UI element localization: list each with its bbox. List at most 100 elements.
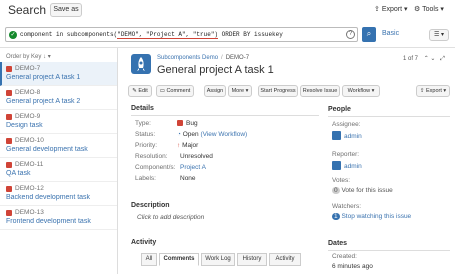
export-icon: ⇪	[419, 88, 425, 94]
assignee-value[interactable]: admin	[332, 131, 362, 140]
created-value: 6 minutes ago	[332, 263, 373, 270]
start-progress-button[interactable]: Start Progress	[258, 85, 298, 97]
list-item[interactable]: DEMO-8 General project A task 2	[0, 86, 117, 110]
issue-detail: Subcomponents Demo / DEMO-7 General projec…	[125, 48, 455, 274]
chevron-down-icon: ▾	[440, 6, 444, 13]
layout-switcher-button[interactable]: ☰ ▾	[429, 29, 449, 41]
pencil-icon: ✎	[132, 88, 137, 94]
bug-icon	[6, 185, 12, 192]
reporter-label: Reporter:	[332, 151, 360, 158]
chevron-up-icon[interactable]: ⌃	[424, 56, 429, 62]
bug-icon	[6, 89, 12, 96]
search-row: ✓ component in subcomponents("DEMO", "Pr…	[0, 25, 455, 45]
expand-icon[interactable]: ⤢	[440, 56, 445, 62]
bug-icon	[6, 113, 12, 120]
tab-all[interactable]: All	[141, 253, 157, 266]
order-by-label: Order by Key	[6, 54, 42, 60]
list-item[interactable]: DEMO-12 Backend development task	[0, 182, 117, 206]
ops-bar: ✎ Edit ▭ Comment Assign More ▾ Start Pro…	[128, 85, 450, 97]
tools-menu[interactable]: ⚙ Tools ▾	[414, 5, 444, 13]
tab-activity[interactable]: Activity	[269, 253, 301, 266]
bug-icon	[177, 120, 183, 126]
description-placeholder[interactable]: Click to add description	[137, 214, 204, 221]
components-label: Component/s:	[135, 164, 176, 171]
status-icon: ◔	[177, 131, 181, 138]
chevron-down-icon[interactable]: ⌄	[430, 56, 435, 62]
avatar	[332, 161, 341, 170]
arrow-up-icon: ↑	[177, 142, 181, 149]
bug-icon	[6, 209, 12, 216]
list-item[interactable]: DEMO-13 Frontend development task	[0, 206, 117, 230]
issue-summary: Design task	[6, 122, 43, 129]
issue-key: DEMO-9	[15, 113, 41, 120]
export-menu[interactable]: ⇪ Export ▾	[374, 5, 408, 13]
vote-link[interactable]: 0 Vote for this issue	[332, 187, 393, 194]
status-label: Status:	[135, 131, 156, 138]
arrow-down-icon: ↓	[43, 54, 47, 60]
comment-button[interactable]: ▭ Comment	[156, 85, 194, 97]
bug-icon	[6, 161, 12, 168]
breadcrumb-issue-key[interactable]: DEMO-7	[226, 55, 249, 61]
breadcrumb: Subcomponents Demo / DEMO-7	[157, 55, 250, 61]
issue-key: DEMO-13	[15, 209, 44, 216]
list-item[interactable]: DEMO-9 Design task	[0, 110, 117, 134]
tab-history[interactable]: History	[237, 253, 267, 266]
workflow-button[interactable]: Workflow ▾	[342, 85, 380, 97]
issue-list: DEMO-7 General project A task 1 DEMO-8 G…	[0, 62, 117, 230]
reporter-value[interactable]: admin	[332, 161, 362, 170]
export-button[interactable]: ⇪ Export ▾	[416, 85, 450, 97]
list-item[interactable]: DEMO-7 General project A task 1	[0, 62, 117, 86]
issue-key: DEMO-11	[15, 161, 44, 168]
basic-search-link[interactable]: Basic	[382, 30, 399, 37]
dates-divider	[328, 250, 450, 251]
gear-icon: ⚙	[414, 6, 421, 13]
issue-summary: General project A task 1	[6, 74, 81, 81]
watch-link[interactable]: 1 Stop watching this issue	[332, 213, 411, 220]
top-bar: Search Save as ⇪ Export ▾ ⚙ Tools ▾	[0, 0, 455, 22]
issue-summary: Frontend development task	[6, 218, 91, 225]
tab-comments[interactable]: Comments	[159, 253, 199, 266]
tab-work-log[interactable]: Work Log	[201, 253, 235, 266]
more-button[interactable]: More ▾	[228, 85, 252, 97]
jql-input[interactable]: ✓ component in subcomponents("DEMO", "Pr…	[5, 27, 358, 42]
save-as-button[interactable]: Save as	[50, 3, 82, 17]
status-value: ◔ Open (View Workflow)	[177, 131, 248, 138]
jql-prefix: component in subcomponents(	[20, 31, 118, 38]
chevron-down-icon: ▾	[47, 54, 51, 60]
created-label: Created:	[332, 253, 357, 260]
pager-text: 1 of 7	[403, 56, 419, 62]
votes-count: 0	[332, 187, 340, 194]
help-icon[interactable]: ?	[346, 30, 355, 39]
page-title: Search	[8, 3, 47, 17]
labels-value: None	[180, 175, 196, 182]
issue-key: DEMO-7	[15, 65, 41, 72]
check-icon: ✓	[9, 31, 17, 39]
resolve-issue-button[interactable]: Resolve Issue	[300, 85, 340, 97]
breadcrumb-project[interactable]: Subcomponents Demo	[157, 55, 218, 61]
issue-key: DEMO-8	[15, 89, 41, 96]
priority-label: Priority:	[135, 142, 158, 149]
order-by-control[interactable]: Order by Key ↓ ▾	[6, 53, 51, 60]
chevron-down-icon: ▾	[371, 88, 375, 94]
resolution-value: Unresolved	[180, 153, 213, 160]
assignee-label: Assignee:	[332, 121, 361, 128]
chevron-down-icon: ▾	[443, 88, 447, 94]
export-label: Export	[381, 6, 403, 13]
search-button[interactable]: ⌕	[362, 27, 376, 42]
bug-icon	[6, 137, 12, 144]
resolution-label: Resolution:	[135, 153, 168, 160]
issue-summary: General project A task 2	[6, 98, 81, 105]
view-workflow-link[interactable]: (View Workflow)	[200, 131, 247, 138]
issue-key: DEMO-12	[15, 185, 44, 192]
issue-title[interactable]: General project A task 1	[157, 64, 274, 76]
components-value[interactable]: Project A	[180, 164, 206, 171]
issue-summary: QA task	[6, 170, 31, 177]
edit-button[interactable]: ✎ Edit	[128, 85, 152, 97]
list-item[interactable]: DEMO-10 General development task	[0, 134, 117, 158]
avatar	[332, 131, 341, 140]
list-item[interactable]: DEMO-11 QA task	[0, 158, 117, 182]
list-view-icon: ☰ ▾	[433, 32, 445, 38]
assign-button[interactable]: Assign	[204, 85, 226, 97]
activity-heading: Activity	[131, 239, 157, 246]
rocket-icon	[137, 57, 145, 71]
